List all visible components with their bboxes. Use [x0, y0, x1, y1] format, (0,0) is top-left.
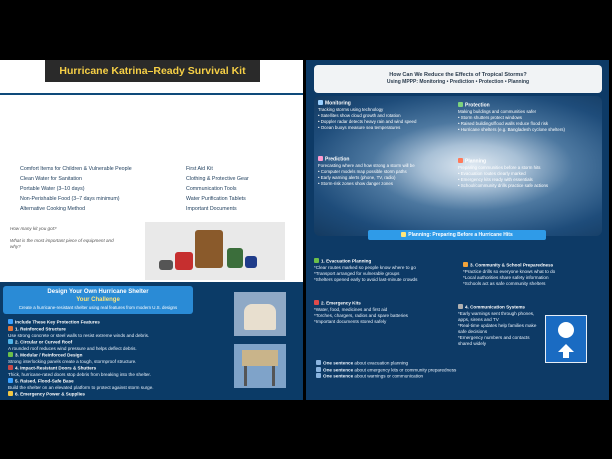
- feature-item: 2. Circular or Curved Roof A rounded roof…: [8, 339, 137, 351]
- pencil-icon: [316, 373, 321, 378]
- slides-viewer: Hurricane Katrina–Ready Survival Kit Com…: [0, 60, 612, 400]
- kit-question-1: How many kit you got?: [10, 226, 57, 231]
- slide-header: How Can We Reduce the Effects of Tropica…: [314, 65, 602, 93]
- kit-item: Important Documents: [186, 206, 237, 212]
- lightning-icon: [8, 391, 13, 396]
- challenge-banner: Design Your Own Hurricane Shelter Your C…: [3, 286, 193, 314]
- calendar-icon: [458, 158, 463, 163]
- slide-title: Hurricane Katrina–Ready Survival Kit: [45, 60, 260, 82]
- running-person-icon: [314, 258, 319, 263]
- search-icon: [8, 319, 13, 324]
- feature-item: 3. Modular / Reinforced Design Strong int…: [8, 352, 137, 364]
- bricks-icon: [8, 326, 13, 331]
- quadrant-monitoring: Monitoring Tracking storms using technol…: [318, 100, 417, 130]
- feature-item: 4. Impact-Resistant Doors & Shutters Thic…: [8, 365, 151, 377]
- kit-item: Communication Tools: [186, 186, 237, 192]
- feature-item: 5. Raised, Flood-Safe Base Build the shel…: [8, 378, 154, 390]
- survival-kit-photo: [145, 222, 285, 280]
- kit-list-right: First Aid Kit Clothing & Protective Gear…: [186, 164, 249, 214]
- kit-item: Portable Water (3–10 days): [20, 186, 85, 192]
- kit-list-left: Comfort Items for Children & Vulnerable …: [20, 164, 132, 214]
- block-communication: 4. Communication Systems *Early warnings…: [458, 304, 537, 346]
- features-heading: Include These Key Protection Features: [8, 319, 223, 326]
- quadrant-planning: Planning Preparing communities before a …: [458, 158, 549, 188]
- community-icon: [463, 262, 468, 267]
- pencil-icon: [316, 360, 321, 365]
- kit-item: Alternative Cooking Method: [20, 206, 86, 212]
- block-emergency-kits: 2. Emergency Kits *Water, food, medicine…: [314, 300, 408, 324]
- evacuation-sign-image: [545, 315, 587, 363]
- challenge-title: Design Your Own Hurricane Shelter: [47, 289, 149, 295]
- planning-banner: Planning: Preparing Before a Hurricane H…: [368, 230, 546, 240]
- challenge-description: Create a hurricane-resistant shelter usi…: [18, 305, 178, 310]
- satellite-icon: [318, 100, 323, 105]
- quadrant-prediction: Prediction Forecasting where and how str…: [318, 156, 415, 186]
- prompt-line: One sentence about warnings or communica…: [316, 373, 516, 380]
- clipboard-icon: [401, 231, 407, 237]
- slide-subtitle: Using MPPP: Monitoring • Prediction • Pr…: [386, 79, 530, 85]
- slide-mppp[interactable]: How Can We Reduce the Effects of Tropica…: [306, 60, 609, 400]
- shelter-photo-modular: [234, 292, 286, 336]
- door-icon: [8, 365, 13, 370]
- wave-icon: [8, 378, 13, 383]
- kit-item: Water Purification Tablets: [186, 196, 246, 202]
- shield-icon: [458, 102, 463, 107]
- block-evacuation: 1. Evacuation Planning *Clear routes mar…: [314, 258, 418, 282]
- kit-item: Clothing & Protective Gear: [186, 176, 249, 182]
- shelter-photo-raised: [234, 344, 286, 388]
- kit-question-2: What is the most important piece of equi…: [10, 238, 114, 249]
- slide-title: How Can We Reduce the Effects of Tropica…: [389, 72, 527, 78]
- megaphone-icon: [458, 304, 463, 309]
- roof-icon: [8, 339, 13, 344]
- block-community: 3. Community & School Preparedness *Prac…: [463, 262, 556, 286]
- quadrant-protection: Protection Making buildings and communit…: [458, 102, 565, 132]
- puzzle-icon: [8, 352, 13, 357]
- feature-item: 1. Reinforced Structure Use strong concre…: [8, 326, 150, 338]
- feature-item: 6. Emergency Power & Supplies: [8, 391, 223, 398]
- first-aid-icon: [314, 300, 319, 305]
- kit-item: Clean Water for Sanitation: [20, 176, 82, 182]
- kit-item: Non-Perishable Food (3–7 days minimum): [20, 196, 120, 202]
- kit-item: First Aid Kit: [186, 166, 213, 172]
- reflection-prompts: One sentence about evacuation planning O…: [316, 360, 516, 380]
- kit-item: Comfort Items for Children & Vulnerable …: [20, 166, 132, 172]
- slide-survival-kit[interactable]: Hurricane Katrina–Ready Survival Kit Com…: [0, 60, 303, 400]
- pencil-icon: [316, 366, 321, 372]
- challenge-subtitle: Your Challenge: [76, 297, 120, 303]
- crystal-ball-icon: [318, 156, 323, 161]
